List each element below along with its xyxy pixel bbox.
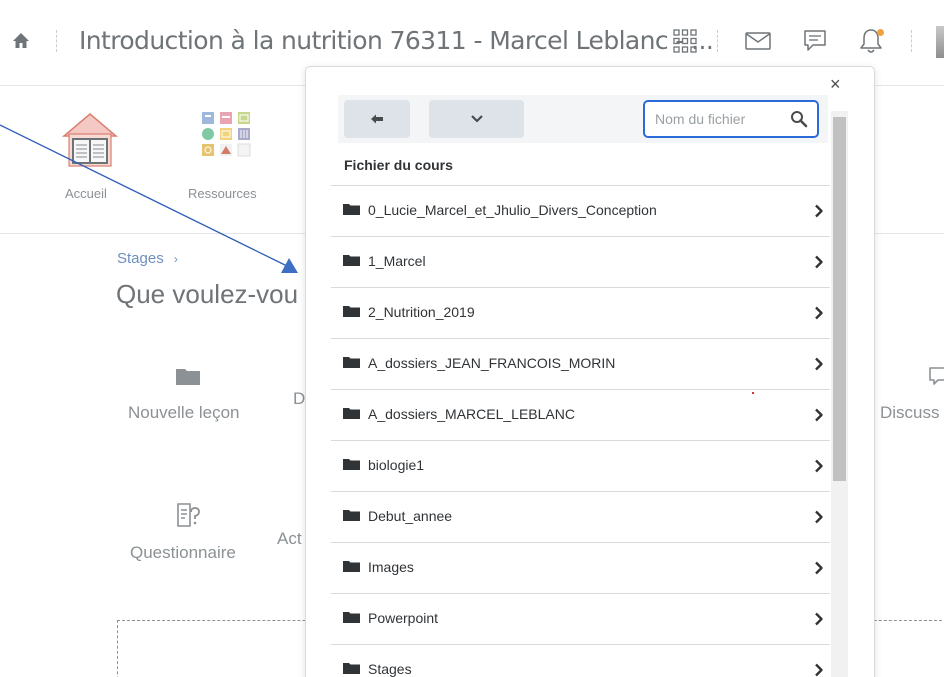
section-title: Fichier du cours xyxy=(344,157,453,173)
tile-label-discussion: Discuss xyxy=(880,403,940,422)
scrollbar-thumb[interactable] xyxy=(833,117,846,481)
divider xyxy=(717,30,718,52)
chevron-right-icon[interactable] xyxy=(814,459,824,473)
folder-name: biologie1 xyxy=(368,457,425,473)
folder-icon xyxy=(343,612,360,623)
folder-name: Powerpoint xyxy=(368,610,439,626)
quiz-icon xyxy=(177,503,200,527)
mail-icon[interactable] xyxy=(743,26,773,56)
folder-row[interactable]: Powerpoint xyxy=(331,593,830,644)
home-icon[interactable] xyxy=(10,30,32,52)
folder-name: 1_Marcel xyxy=(368,253,426,269)
folder-icon xyxy=(343,357,360,368)
tile-label-partial-act: Act xyxy=(277,529,302,548)
folder-row[interactable]: Stages xyxy=(331,644,830,677)
folder-name: Debut_annee xyxy=(368,508,453,524)
resources-grid-icon xyxy=(202,112,251,157)
chevron-right-icon[interactable] xyxy=(814,255,824,269)
folder-icon xyxy=(343,510,360,521)
house-books-icon xyxy=(61,113,119,167)
folder-name: A_dossiers_MARCEL_LEBLANC xyxy=(368,406,575,422)
stray-mark xyxy=(752,392,754,394)
tile-label-partial-d: D xyxy=(293,389,306,408)
folder-icon xyxy=(343,255,360,266)
chevron-right-icon[interactable] xyxy=(814,663,824,677)
folder-name: Images xyxy=(368,559,414,575)
folder-name: A_dossiers_JEAN_FRANCOIS_MORIN xyxy=(368,355,616,371)
folder-icon xyxy=(176,369,200,385)
file-search-field[interactable] xyxy=(643,100,819,138)
chevron-right-icon[interactable] xyxy=(814,408,824,422)
back-button[interactable] xyxy=(344,100,410,138)
breadcrumb: Stages › xyxy=(117,250,178,267)
page: Introduction à la nutrition 76311 - Marc… xyxy=(0,0,944,677)
chevron-right-icon[interactable] xyxy=(814,306,824,320)
folder-icon xyxy=(343,408,360,419)
folder-row[interactable]: Images xyxy=(331,542,830,593)
tile-label-quiz: Questionnaire xyxy=(130,543,236,562)
breadcrumb-link-stages[interactable]: Stages xyxy=(117,250,164,267)
divider xyxy=(911,30,912,52)
nav-label-ressources: Ressources xyxy=(188,186,257,201)
chevron-right-icon[interactable] xyxy=(814,357,824,371)
file-search-input[interactable] xyxy=(655,110,785,128)
folder-name: 0_Lucie_Marcel_et_Jhulio_Divers_Concepti… xyxy=(368,202,657,218)
scrollbar[interactable] xyxy=(831,111,848,677)
folder-row[interactable]: 1_Marcel xyxy=(331,236,830,287)
folder-row[interactable]: biologie1 xyxy=(331,440,830,491)
course-title[interactable]: Introduction à la nutrition 76311 - Marc… xyxy=(79,26,714,55)
folder-name: 2_Nutrition_2019 xyxy=(368,304,475,320)
chevron-right-icon[interactable] xyxy=(814,204,824,218)
file-picker-dialog: × Fichier du cours 0_Lucie_Marcel_et_Jhu… xyxy=(305,66,875,677)
app-grid-icon[interactable] xyxy=(670,26,700,56)
folder-icon xyxy=(343,663,360,674)
chat-icon[interactable] xyxy=(800,26,830,56)
folder-icon xyxy=(343,459,360,470)
search-icon[interactable] xyxy=(790,110,808,128)
chevron-right-icon[interactable] xyxy=(814,510,824,524)
breadcrumb-separator: › xyxy=(173,252,178,266)
chevron-right-icon[interactable] xyxy=(814,561,824,575)
folder-row[interactable]: A_dossiers_MARCEL_LEBLANC xyxy=(331,389,830,440)
folder-row[interactable]: 2_Nutrition_2019 xyxy=(331,287,830,338)
back-arrow-icon xyxy=(371,114,383,124)
chevron-right-icon[interactable] xyxy=(814,612,824,626)
nav-label-accueil: Accueil xyxy=(65,186,107,201)
folder-icon xyxy=(343,561,360,572)
discussion-icon xyxy=(929,367,944,385)
notification-dot xyxy=(877,29,884,36)
user-avatar[interactable] xyxy=(936,26,944,58)
chevron-down-icon xyxy=(470,115,483,123)
tile-label-new-lesson: Nouvelle leçon xyxy=(128,403,240,422)
folder-row[interactable]: Debut_annee xyxy=(331,491,830,542)
folder-dropdown-button[interactable] xyxy=(429,100,524,138)
folder-list: 0_Lucie_Marcel_et_Jhulio_Divers_Concepti… xyxy=(331,185,830,677)
folder-name: Stages xyxy=(368,661,412,677)
folder-row[interactable]: A_dossiers_JEAN_FRANCOIS_MORIN xyxy=(331,338,830,389)
page-heading: Que voulez-vou xyxy=(116,279,299,309)
folder-row[interactable]: 0_Lucie_Marcel_et_Jhulio_Divers_Concepti… xyxy=(331,185,830,236)
close-icon[interactable]: × xyxy=(830,75,841,93)
folder-icon xyxy=(343,306,360,317)
divider xyxy=(56,30,57,52)
folder-icon xyxy=(343,204,360,215)
